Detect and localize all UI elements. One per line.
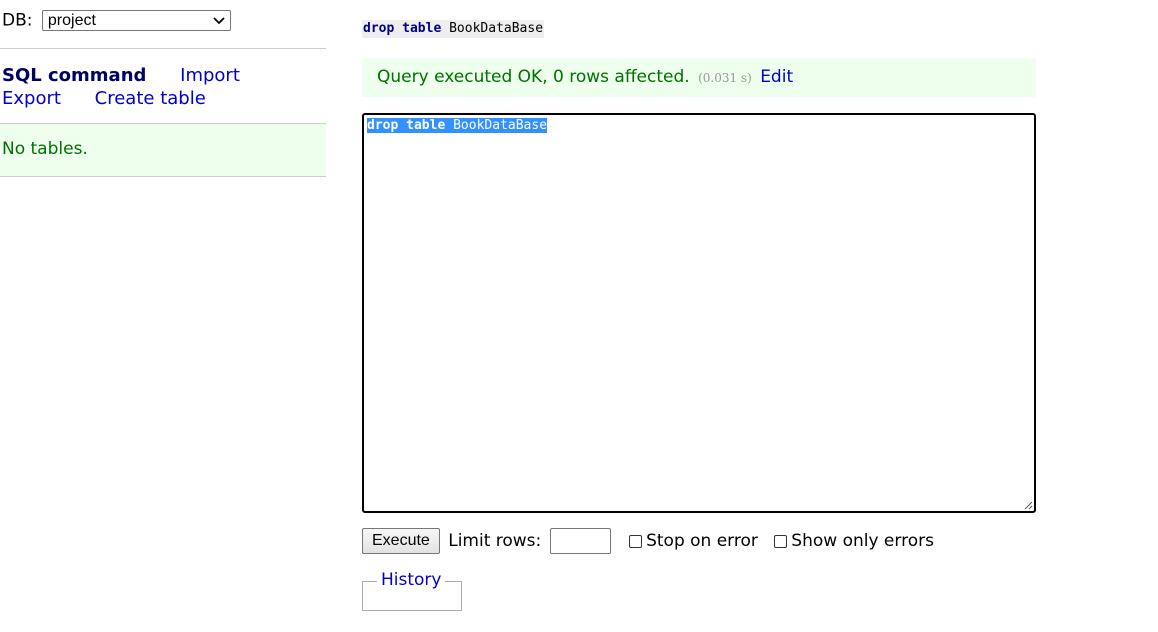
chevron-down-icon [213, 17, 225, 25]
stop-on-error-label[interactable]: Stop on error [646, 531, 758, 551]
resize-grip-icon[interactable] [1023, 500, 1033, 510]
query-controls: Execute Limit rows: Stop on error Show o… [362, 528, 934, 556]
query-identifier: BookDataBase [449, 21, 544, 36]
show-only-errors-label[interactable]: Show only errors [791, 531, 934, 551]
execute-button[interactable]: Execute [362, 528, 440, 554]
query-time: (0.031 s) [698, 71, 752, 85]
db-select[interactable]: project [41, 10, 231, 31]
db-selector-row: DB: project [0, 0, 326, 49]
limit-rows-input[interactable] [549, 528, 611, 554]
no-tables-message: No tables. [0, 124, 326, 177]
query-keyword-table: table [402, 21, 442, 36]
menu-import-link[interactable]: Import [180, 65, 240, 86]
sql-textarea[interactable]: drop table BookDataBase [362, 113, 1036, 513]
db-label: DB: [2, 10, 33, 31]
editor-keyword-drop: drop [367, 118, 399, 133]
editor-keyword-table: table [406, 118, 446, 133]
editor-identifier: BookDataBase [453, 118, 548, 133]
stop-on-error-checkbox[interactable] [629, 534, 643, 548]
sidebar: DB: project SQL command Import Export Cr… [0, 0, 326, 177]
menu-sql-command[interactable]: SQL command [2, 65, 146, 86]
limit-rows-label: Limit rows: [448, 531, 542, 551]
history-fieldset: History [362, 570, 462, 611]
success-message: Query executed OK, 0 rows affected. (0.0… [362, 58, 1036, 97]
query-keyword-drop: drop [363, 21, 395, 36]
menu-export-link[interactable]: Export [2, 88, 61, 109]
query-echo: drop table BookDataBase [362, 20, 545, 38]
sidebar-menu: SQL command Import Export Create table [0, 49, 326, 124]
history-border-right [445, 581, 461, 582]
history-border-left [363, 581, 377, 582]
menu-create-table-link[interactable]: Create table [95, 88, 206, 109]
history-link[interactable]: History [381, 570, 442, 590]
edit-link[interactable]: Edit [760, 67, 793, 87]
show-only-errors-checkbox[interactable] [774, 534, 788, 548]
selected-sql-text: drop table BookDataBase [367, 118, 548, 133]
success-message-text: Query executed OK, 0 rows affected. [377, 67, 690, 87]
db-select-value: project [47, 12, 96, 29]
